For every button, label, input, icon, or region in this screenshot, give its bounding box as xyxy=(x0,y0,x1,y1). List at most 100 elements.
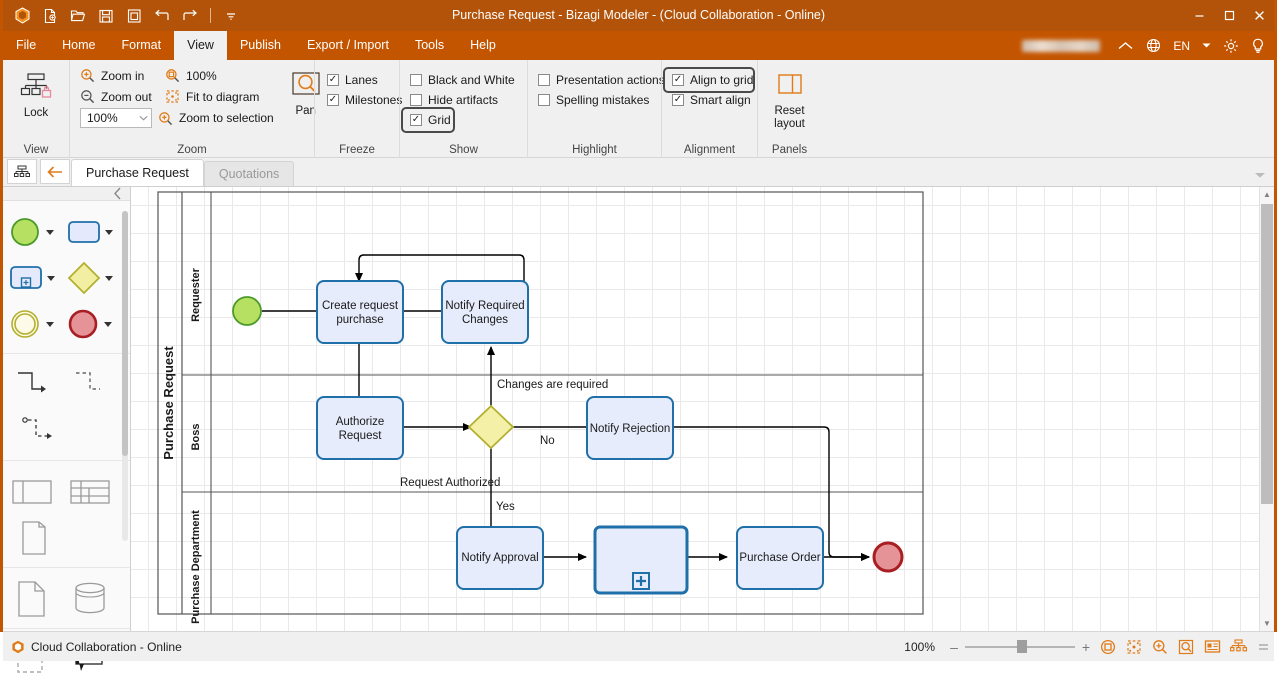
palette-gateway[interactable] xyxy=(61,255,119,301)
collapse-panel-icon[interactable] xyxy=(113,187,122,200)
app-logo-icon[interactable] xyxy=(9,4,35,28)
menu-item-export-import[interactable]: Export / Import xyxy=(294,31,402,60)
checkbox-black-and-white-box[interactable] xyxy=(410,74,422,86)
palette-subprocess[interactable] xyxy=(3,255,61,301)
node-purchase-order[interactable]: Purchase Order xyxy=(736,526,824,590)
fit-to-diagram-button[interactable]: Fit to diagram xyxy=(163,87,267,106)
node-notify-approval[interactable]: Notify Approval xyxy=(456,526,544,590)
zoom-in-button-status[interactable]: + xyxy=(1079,639,1093,655)
connection-status[interactable]: Cloud Collaboration - Online xyxy=(3,640,182,654)
zoom-slider-knob[interactable] xyxy=(1017,640,1027,653)
checkbox-presentation-actions[interactable]: Presentation actions xyxy=(532,70,665,90)
diagram-list-icon[interactable] xyxy=(1227,636,1249,658)
palette-pool[interactable] xyxy=(3,469,61,515)
palette-group[interactable] xyxy=(3,515,119,561)
node-subprocess-selected[interactable] xyxy=(593,525,689,595)
palette-association[interactable] xyxy=(3,408,119,454)
checkbox-hide-artifacts-box[interactable] xyxy=(410,94,422,106)
presentation-view-icon[interactable] xyxy=(1201,636,1223,658)
language-dropdown-icon[interactable] xyxy=(1197,31,1216,60)
checkbox-smart-align-box[interactable]: ✓ xyxy=(672,94,684,106)
node-end-event[interactable] xyxy=(872,541,904,573)
checkbox-spelling-mistakes[interactable]: Spelling mistakes xyxy=(532,90,661,110)
canvas-scroll-thumb[interactable] xyxy=(1261,204,1273,504)
diagram-canvas[interactable]: Purchase Request Requester Boss Purchase… xyxy=(131,187,1274,631)
end-event-dropdown-icon[interactable] xyxy=(104,321,112,327)
palette-scrollbar[interactable] xyxy=(122,211,128,541)
checkbox-milestones-box[interactable]: ✓ xyxy=(327,94,339,106)
menu-item-publish[interactable]: Publish xyxy=(227,31,294,60)
zoom-out-button-status[interactable]: – xyxy=(947,639,961,655)
checkbox-milestones[interactable]: ✓ Milestones xyxy=(321,90,402,110)
back-button[interactable] xyxy=(40,159,70,184)
node-authorize-request[interactable]: Authorize Request xyxy=(316,396,404,460)
tab-quotations[interactable]: Quotations xyxy=(203,161,295,186)
intermediate-event-dropdown-icon[interactable] xyxy=(46,321,54,327)
node-notify-rejection[interactable]: Notify Rejection xyxy=(586,396,674,460)
checkbox-grid[interactable]: ✓ Grid xyxy=(401,107,455,133)
save-icon[interactable] xyxy=(93,4,119,28)
menu-item-view[interactable]: View xyxy=(174,31,227,60)
checkbox-align-to-grid-box[interactable]: ✓ xyxy=(672,74,684,86)
checkbox-spelling-mistakes-box[interactable] xyxy=(538,94,550,106)
canvas-vertical-scrollbar[interactable]: ▲ ▼ xyxy=(1259,187,1274,631)
palette-milestone[interactable] xyxy=(61,469,119,515)
zoom-in-button[interactable]: Zoom in xyxy=(78,66,163,85)
gateway-dropdown-icon[interactable] xyxy=(105,275,113,281)
minimize-button[interactable] xyxy=(1184,0,1214,31)
open-file-icon[interactable] xyxy=(65,4,91,28)
scroll-up-icon[interactable]: ▲ xyxy=(1260,187,1274,202)
menu-item-file[interactable]: File xyxy=(3,31,49,60)
new-document-icon[interactable] xyxy=(37,4,63,28)
diagram-list-button[interactable] xyxy=(7,159,37,184)
menu-item-help[interactable]: Help xyxy=(457,31,509,60)
customize-qat-icon[interactable] xyxy=(218,4,244,28)
checkbox-grid-box[interactable]: ✓ xyxy=(410,114,422,126)
palette-sequence-flow[interactable] xyxy=(3,362,61,408)
palette-end-event[interactable] xyxy=(61,301,119,347)
node-exclusive-gateway[interactable] xyxy=(467,404,515,450)
zoom-to-selection-button[interactable]: Zoom to selection xyxy=(156,109,282,128)
palette-data-store[interactable] xyxy=(61,576,119,622)
globe-icon[interactable] xyxy=(1141,31,1166,60)
checkbox-align-to-grid[interactable]: ✓ Align to grid xyxy=(663,67,755,93)
palette-scroll-thumb[interactable] xyxy=(122,211,128,456)
scroll-down-icon[interactable]: ▼ xyxy=(1260,616,1274,631)
tab-purchase-request[interactable]: Purchase Request xyxy=(71,159,204,186)
subprocess-dropdown-icon[interactable] xyxy=(47,275,55,281)
redo-icon[interactable] xyxy=(177,4,203,28)
zoom-in-icon[interactable] xyxy=(1149,636,1171,658)
checkbox-presentation-actions-box[interactable] xyxy=(538,74,550,86)
zoom-slider[interactable] xyxy=(965,640,1075,654)
node-create-request-purchase[interactable]: Create request purchase xyxy=(316,280,404,344)
start-event-dropdown-icon[interactable] xyxy=(46,229,54,235)
reset-layout-button[interactable]: Reset layout xyxy=(764,70,816,131)
close-button[interactable] xyxy=(1244,0,1274,31)
task-dropdown-icon[interactable] xyxy=(105,229,113,235)
help-bulb-icon[interactable] xyxy=(1246,31,1270,60)
checkbox-lanes-box[interactable]: ✓ xyxy=(327,74,339,86)
checkbox-lanes[interactable]: ✓ Lanes xyxy=(321,70,399,90)
palette-message-flow[interactable] xyxy=(61,362,119,408)
palette-data-object[interactable] xyxy=(3,576,61,622)
checkbox-hide-artifacts[interactable]: Hide artifacts xyxy=(404,90,527,110)
collapse-ribbon-icon[interactable] xyxy=(1112,31,1139,60)
zoom-out-button[interactable]: Zoom out xyxy=(78,87,163,106)
settings-gear-icon[interactable] xyxy=(1218,31,1244,60)
canvas-scroll-track[interactable] xyxy=(1261,202,1273,616)
menu-item-tools[interactable]: Tools xyxy=(402,31,457,60)
checkbox-black-and-white[interactable]: Black and White xyxy=(404,70,527,90)
checkbox-smart-align[interactable]: ✓ Smart align xyxy=(666,90,757,110)
save-as-icon[interactable] xyxy=(121,4,147,28)
lock-button[interactable]: Lock xyxy=(10,70,62,120)
zoom-100-button[interactable]: 100% xyxy=(163,66,225,85)
undo-icon[interactable] xyxy=(149,4,175,28)
language-label[interactable]: EN xyxy=(1168,31,1195,60)
fit-to-diagram-icon[interactable] xyxy=(1123,636,1145,658)
actual-size-icon[interactable] xyxy=(1097,636,1119,658)
zoom-level-combo[interactable]: 100% xyxy=(80,108,152,128)
zoom-to-selection-icon[interactable] xyxy=(1175,636,1197,658)
tab-overflow-button[interactable] xyxy=(1254,168,1266,182)
palette-intermediate-event[interactable] xyxy=(3,301,61,347)
bpmn-diagram[interactable]: Purchase Request Requester Boss Purchase… xyxy=(131,187,1265,631)
